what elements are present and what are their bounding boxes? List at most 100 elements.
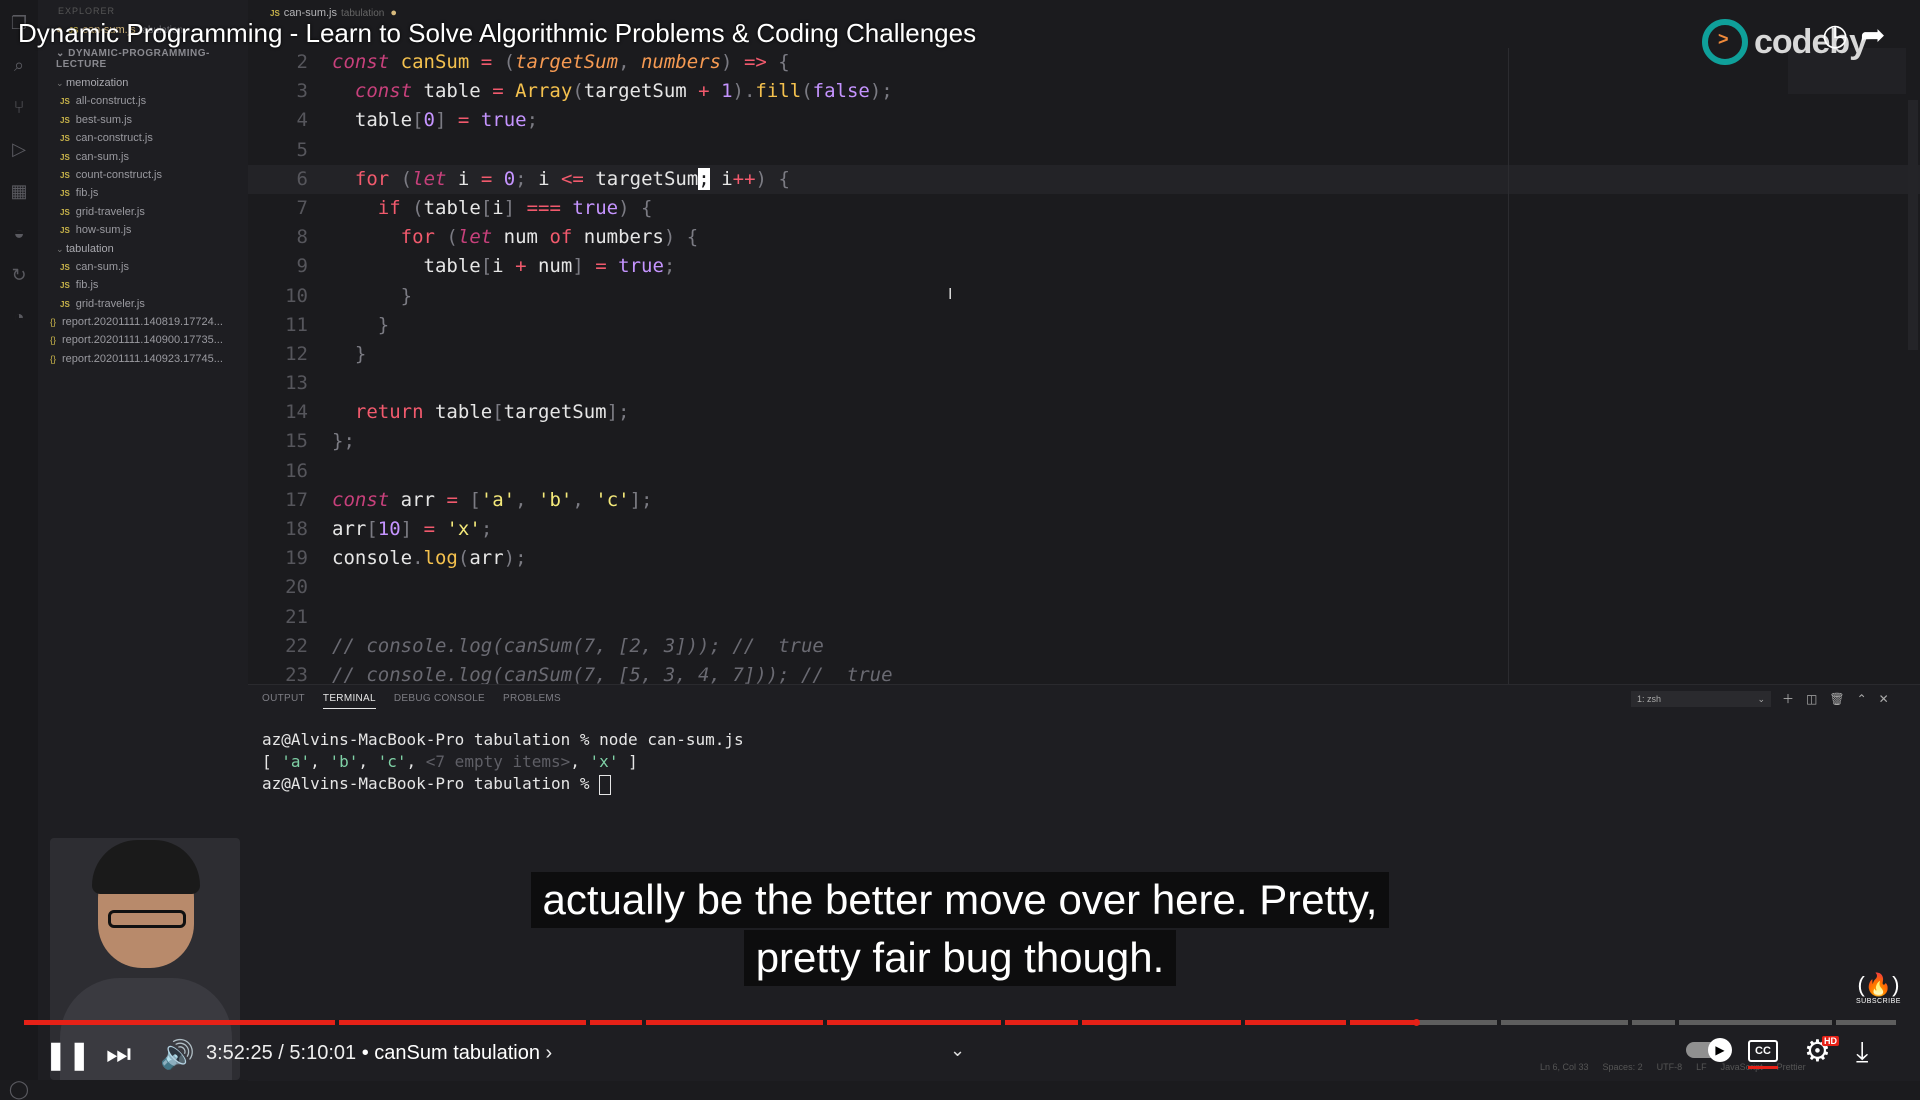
file-name: how-sum.js (75, 224, 132, 237)
code-token: num (503, 226, 538, 249)
tree-json-file[interactable]: {} report.20201111.140819.17724... (38, 313, 248, 331)
code-text: table[i + num] = true; (332, 252, 676, 281)
line-number: 22 (285, 634, 308, 657)
code-token: ) (721, 51, 733, 73)
code-token: ; (663, 255, 676, 278)
code-token: ] (400, 518, 413, 540)
tab-output[interactable]: OUTPUT (262, 693, 305, 708)
editor-scrollbar[interactable] (1908, 100, 1918, 350)
chevron-down-icon[interactable]: ⌄ (950, 1040, 965, 1061)
js-file-icon: JS (60, 134, 70, 144)
js-file-icon: JS (60, 97, 70, 107)
line-number: 23 (285, 663, 308, 684)
tree-file[interactable]: JS can-sum.js (38, 258, 248, 276)
code-token: ). (732, 80, 756, 103)
code-editor[interactable]: 2 const canSum = (targetSum, numbers) => … (248, 48, 1920, 684)
tree-file[interactable]: JS fib.js (38, 276, 248, 294)
new-terminal-icon[interactable]: ＋ (1782, 692, 1794, 706)
tab-terminal[interactable]: TERMINAL (322, 693, 376, 709)
video-title[interactable]: Dynamic Programming - Learn to Solve Alg… (18, 18, 976, 49)
tree-file[interactable]: JS grid-traveler.js (38, 295, 248, 313)
account-icon[interactable]: ◯ (8, 1078, 30, 1100)
next-icon[interactable]: ⏭ (106, 1038, 131, 1071)
tree-json-file[interactable]: {} report.20201111.140923.17745... (38, 350, 248, 368)
tree-file[interactable]: JS best-sum.js (38, 111, 248, 129)
split-terminal-icon[interactable]: ◫ (1806, 692, 1817, 706)
editor-ruler (1508, 48, 1509, 684)
code-token: Array (515, 80, 573, 103)
tab-debug-console[interactable]: DEBUG CONSOLE (394, 693, 485, 708)
line-number: 17 (285, 488, 308, 511)
terminal-select[interactable]: 1: zsh ⌄ (1631, 691, 1771, 707)
progress-bar[interactable] (24, 1019, 1896, 1026)
close-icon[interactable]: ✕ (1879, 692, 1889, 706)
tree-file[interactable]: JS grid-traveler.js (38, 203, 248, 221)
maximize-panel-icon[interactable]: ⌃ (1857, 692, 1867, 706)
output-item-b: 'b' (329, 752, 359, 771)
live-share-icon[interactable]: ↻ (8, 264, 30, 286)
code-token: i (721, 167, 733, 190)
tree-file[interactable]: JS all-construct.js (38, 92, 248, 110)
line-number: 19 (285, 547, 308, 570)
tree-folder-tabulation[interactable]: ⌄ tabulation (38, 240, 248, 258)
volume-icon[interactable]: 🔊 (160, 1038, 195, 1071)
chevron-down-icon: ⌄ (56, 78, 64, 88)
code-line: 4 table[0] = true; (248, 106, 1920, 135)
docker-icon[interactable]: ◒ (8, 222, 30, 244)
tree-file[interactable]: JS fib.js (38, 184, 248, 202)
run-debug-icon[interactable]: ▷ (8, 138, 30, 160)
search-icon[interactable]: ⌕ (8, 54, 30, 76)
autoplay-toggle[interactable]: ▶ (1686, 1038, 1732, 1062)
tree-json-file[interactable]: {} report.20201111.140900.17735... (38, 331, 248, 349)
code-token: numbers (640, 51, 722, 73)
line-number: 12 (285, 342, 308, 365)
share-icon[interactable]: ➦ (1860, 19, 1885, 52)
scrubber-handle[interactable] (1412, 1019, 1420, 1026)
trash-icon[interactable]: 🗑 (1829, 692, 1844, 706)
captions-active-indicator (1748, 1066, 1778, 1069)
code-token: = (423, 518, 436, 540)
line-number: 13 (285, 372, 308, 395)
code-line: 2 const canSum = (targetSum, numbers) => … (248, 48, 1920, 77)
terminal-output[interactable]: az@Alvins-MacBook-Pro tabulation % node … (262, 729, 744, 795)
line-number: 10 (285, 284, 308, 307)
chapter-chevron-icon[interactable]: › (546, 1042, 553, 1064)
output-item-a: 'a' (281, 752, 311, 771)
code-token: ( (801, 80, 813, 103)
code-token: const (332, 488, 390, 511)
tree-file[interactable]: JS how-sum.js (38, 221, 248, 239)
code-token: console (332, 547, 413, 570)
chapter-marker (823, 1020, 828, 1025)
extensions-icon[interactable]: ▦ (8, 180, 30, 202)
code-token: 0 (423, 109, 435, 132)
code-token: 10 (377, 518, 401, 540)
js-file-icon: JS (60, 207, 70, 217)
chapter-marker (1240, 1020, 1245, 1025)
pause-icon[interactable]: ❚❚ (44, 1038, 91, 1071)
tree-file[interactable]: JS count-construct.js (38, 166, 248, 184)
code-text: console.log(arr); (332, 544, 527, 573)
tree-file[interactable]: JS can-construct.js (38, 129, 248, 147)
chapter-title[interactable]: • canSum tabulation (362, 1042, 540, 1064)
subscribe-watermark[interactable]: (🔥) SUBSCRIBE (1856, 972, 1901, 1005)
captions-icon[interactable]: CC (1748, 1040, 1778, 1062)
code-token: 'c' (595, 488, 630, 511)
timeline-icon[interactable]: ◔ (8, 306, 30, 328)
code-token: ( (457, 547, 470, 570)
tree-folder-memoization[interactable]: ⌄ memoization (38, 74, 248, 92)
output-sep: , (406, 752, 426, 771)
tree-file[interactable]: JS can-sum.js (38, 148, 248, 166)
code-token: for (400, 226, 435, 249)
exit-fullscreen-icon[interactable]: ⤓ (1856, 1036, 1868, 1069)
watch-later-icon[interactable]: ◷ (1822, 19, 1848, 52)
tab-problems[interactable]: PROBLEMS (503, 693, 561, 708)
source-control-icon[interactable]: ⑂ (8, 96, 30, 118)
code-token: ( (412, 196, 424, 219)
code-line: 19 console.log(arr); (248, 544, 1920, 573)
chevron-down-icon: ⌄ (56, 48, 69, 59)
js-file-icon: JS (60, 262, 70, 272)
code-token: [ (412, 109, 424, 132)
code-token: ]; (629, 488, 653, 511)
hd-badge: HD (1822, 1036, 1839, 1046)
chapter-marker (334, 1020, 339, 1025)
